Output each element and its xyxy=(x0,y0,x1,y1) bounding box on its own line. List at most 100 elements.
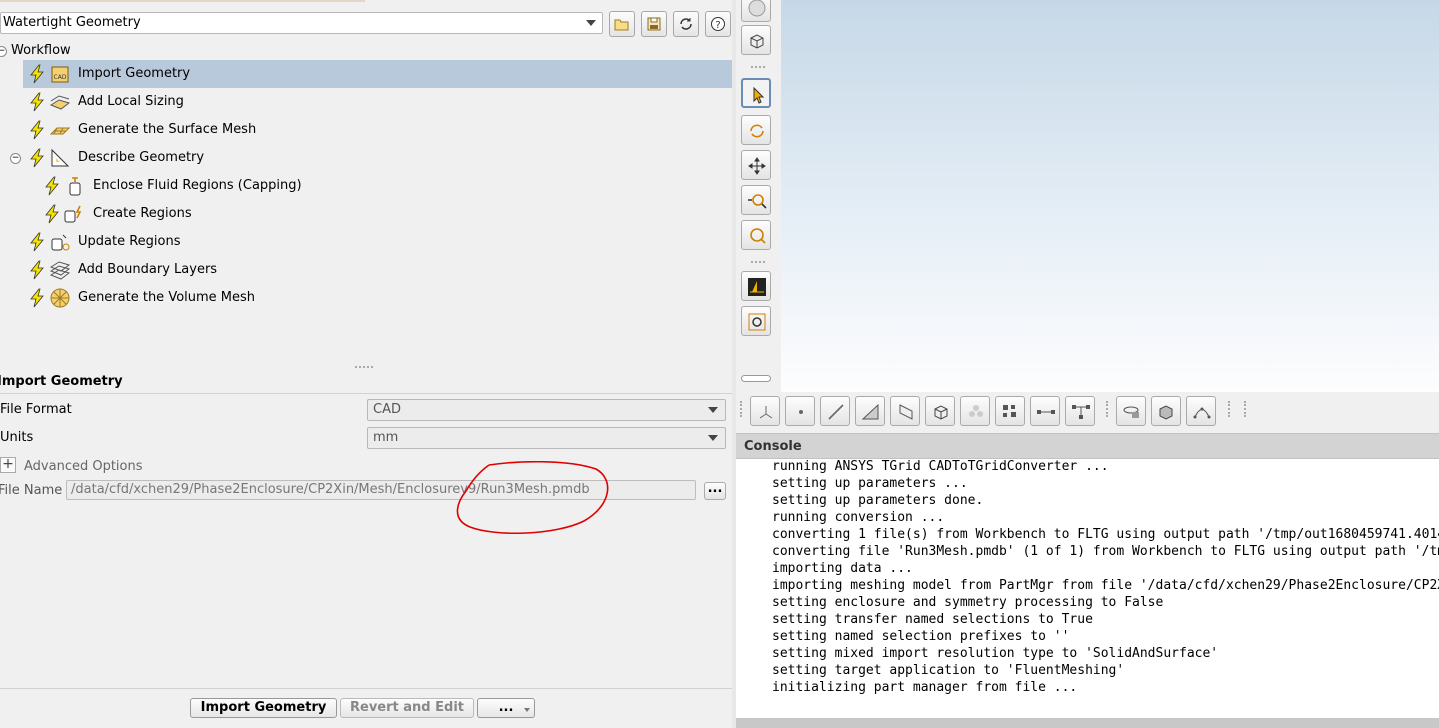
tree-item-label: Import Geometry xyxy=(78,66,191,81)
lightning-bolt-icon xyxy=(42,204,62,224)
more-options-button[interactable]: ... xyxy=(477,698,535,718)
browse-button[interactable]: ... xyxy=(704,482,726,500)
tree-item[interactable]: Generate the Volume Mesh xyxy=(0,284,732,312)
console-line: running conversion ... xyxy=(772,510,945,525)
more-options-label: ... xyxy=(498,700,514,715)
cube-view-icon xyxy=(750,34,764,49)
select-points-button[interactable] xyxy=(785,396,815,426)
tree-item[interactable]: − Describe Geometry xyxy=(0,144,732,172)
lightning-bolt-icon xyxy=(45,176,59,196)
lightning-bolt-icon xyxy=(27,92,47,112)
fit-view-icon xyxy=(748,278,766,296)
save-workflow-button[interactable] xyxy=(641,11,667,37)
section-view-button[interactable] xyxy=(1116,396,1146,426)
tree-item[interactable]: Update Regions xyxy=(0,228,732,256)
chevron-down-icon xyxy=(586,20,596,26)
console-scrollbar[interactable] xyxy=(736,718,1439,728)
axes-icon xyxy=(759,406,773,419)
select-connected-button[interactable] xyxy=(1030,396,1060,426)
curve-points-icon xyxy=(1193,407,1211,419)
collapse-icon[interactable]: − xyxy=(10,153,21,164)
cad-import-icon: CAD xyxy=(49,63,71,85)
tree-item[interactable]: Create Regions xyxy=(0,200,732,228)
fit-view-button[interactable] xyxy=(741,271,771,301)
chevron-down-icon xyxy=(524,708,530,712)
lightning-bolt-icon xyxy=(30,288,44,308)
select-parts-button[interactable] xyxy=(960,396,990,426)
mesh-display-button[interactable] xyxy=(741,0,771,22)
file-name-label: File Name xyxy=(0,483,63,498)
zoom-box-button[interactable] xyxy=(741,220,771,250)
save-icon xyxy=(647,17,661,31)
point-icon xyxy=(799,410,803,414)
surface-icon xyxy=(899,404,913,420)
lightning-bolt-icon xyxy=(30,120,44,140)
pan-tool-button[interactable] xyxy=(741,150,771,180)
graphics-window[interactable] xyxy=(781,0,1439,392)
zoom-fit-icon xyxy=(748,313,766,331)
red-annotation-circle xyxy=(456,461,609,534)
console-line: setting mixed import resolution type to … xyxy=(772,646,1219,661)
lightning-bolt-icon xyxy=(30,260,44,280)
tree-item[interactable]: Generate the Surface Mesh xyxy=(0,116,732,144)
lightning-bolt-icon xyxy=(45,204,59,224)
select-faces-button[interactable] xyxy=(855,396,885,426)
rotate-tool-button[interactable] xyxy=(741,115,771,145)
console-header: Console xyxy=(736,433,1439,459)
spline-button[interactable] xyxy=(1186,396,1216,426)
workflow-type-select[interactable]: Watertight Geometry xyxy=(0,12,603,34)
triad-button[interactable] xyxy=(750,396,780,426)
console-output[interactable]: running ANSYS TGrid CADToTGridConverter … xyxy=(736,459,1439,718)
select-labels-button[interactable] xyxy=(1065,396,1095,426)
tree-item[interactable]: CAD Import Geometry xyxy=(23,60,732,88)
select-objects-button[interactable] xyxy=(995,396,1025,426)
refresh-icon xyxy=(680,18,692,30)
tree-item[interactable]: Enclose Fluid Regions (Capping) xyxy=(0,172,732,200)
update-regions-icon xyxy=(49,231,71,253)
tree-item-label: Enclose Fluid Regions (Capping) xyxy=(93,178,302,193)
console-line: setting named selection prefixes to '' xyxy=(772,629,1070,644)
file-format-select[interactable]: CAD xyxy=(367,399,726,421)
folder-open-icon xyxy=(614,19,629,31)
revert-and-edit-button[interactable]: Revert and Edit xyxy=(340,698,474,718)
collapse-icon[interactable]: − xyxy=(0,46,7,57)
label-tree-icon xyxy=(1072,405,1090,419)
console-line: setting enclosure and symmetry processin… xyxy=(772,595,1164,610)
expand-plus-icon[interactable]: + xyxy=(0,457,16,473)
file-format-value: CAD xyxy=(373,402,401,417)
open-workflow-button[interactable] xyxy=(609,11,635,37)
advanced-options-label[interactable]: Advanced Options xyxy=(24,459,143,474)
tree-item-label: Add Boundary Layers xyxy=(78,262,218,277)
select-edges-button[interactable] xyxy=(820,396,850,426)
workflow-type-value: Watertight Geometry xyxy=(3,15,141,30)
lightning-bolt-icon xyxy=(30,92,44,112)
create-regions-icon xyxy=(62,203,84,225)
import-geometry-button[interactable]: Import Geometry xyxy=(190,698,337,718)
bounding-box-button[interactable] xyxy=(1151,396,1181,426)
tree-item[interactable]: Add Boundary Layers xyxy=(0,256,732,284)
tree-item-label: Generate the Volume Mesh xyxy=(78,290,256,305)
lightning-bolt-icon xyxy=(27,148,47,168)
magnifier-icon xyxy=(750,228,766,244)
sphere-mesh-icon xyxy=(748,0,766,17)
divider xyxy=(0,393,732,394)
console-line: setting transfer named selections to Tru… xyxy=(772,612,1093,627)
zoom-tool-button[interactable] xyxy=(741,185,771,215)
volume-mesh-icon xyxy=(49,287,71,309)
tree-item[interactable]: Add Local Sizing xyxy=(0,88,732,116)
select-bodies-button[interactable] xyxy=(925,396,955,426)
tree-item-label: Create Regions xyxy=(93,206,192,221)
help-icon: ? xyxy=(711,17,725,31)
select-zones-button[interactable] xyxy=(890,396,920,426)
isometric-view-button[interactable] xyxy=(741,25,771,55)
help-button[interactable]: ? xyxy=(705,11,731,37)
tree-item-label: Update Regions xyxy=(78,234,181,249)
zoom-to-fit-button[interactable] xyxy=(741,306,771,336)
svg-text:?: ? xyxy=(715,20,720,31)
toolbar-collapse-handle[interactable] xyxy=(741,375,771,382)
select-tool-button[interactable] xyxy=(741,78,771,108)
revert-workflow-button[interactable] xyxy=(673,11,699,37)
section-icon xyxy=(1123,406,1139,418)
units-select[interactable]: mm xyxy=(367,427,726,449)
lightning-bolt-icon xyxy=(42,176,62,196)
